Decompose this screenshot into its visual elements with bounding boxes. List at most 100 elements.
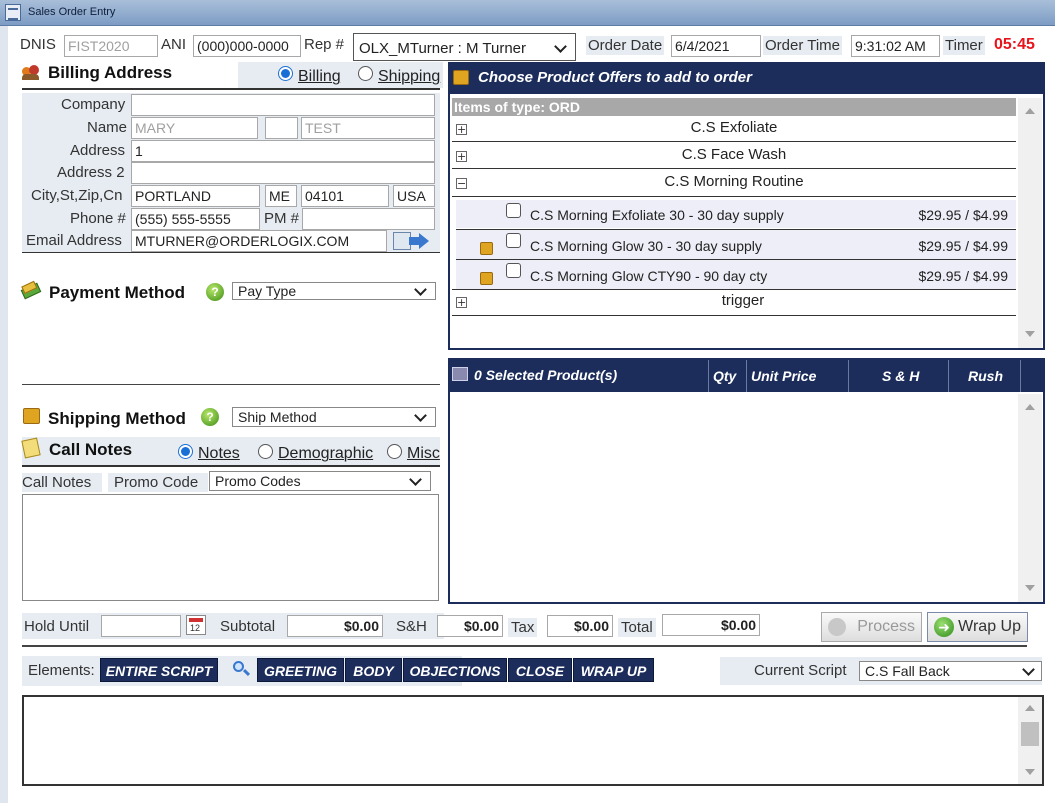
people-icon bbox=[22, 64, 40, 80]
arrow-right-icon: ➜ bbox=[934, 617, 954, 637]
billing-radio-label[interactable]: Billing bbox=[298, 68, 341, 86]
misc-radio-label[interactable]: Misc bbox=[407, 445, 440, 463]
group-label[interactable]: C.S Face Wash bbox=[452, 146, 1016, 164]
selected-scrollbar[interactable] bbox=[1018, 394, 1042, 602]
first-name-field[interactable]: MARY bbox=[131, 117, 258, 139]
shipping-radio-label[interactable]: Shipping bbox=[378, 68, 440, 86]
address-field[interactable]: 1 bbox=[131, 140, 435, 162]
sh-value: $0.00 bbox=[437, 615, 503, 637]
chevron-down-icon bbox=[1022, 663, 1035, 676]
package-icon bbox=[480, 242, 493, 255]
notes-radio[interactable] bbox=[178, 444, 193, 459]
pay-type-value: Pay Type bbox=[238, 283, 297, 299]
order-date-field[interactable]: 6/4/2021 bbox=[671, 35, 761, 57]
misc-radio[interactable] bbox=[387, 444, 402, 459]
objections-button[interactable]: OBJECTIONS bbox=[403, 658, 507, 682]
product-checkbox[interactable] bbox=[506, 263, 521, 278]
search-icon[interactable] bbox=[231, 660, 251, 680]
pm-field[interactable] bbox=[302, 208, 435, 230]
product-row[interactable]: C.S Morning Exfoliate 30 - 30 day supply… bbox=[456, 200, 1016, 228]
promo-code-value: Promo Codes bbox=[215, 473, 301, 489]
divider bbox=[22, 384, 440, 385]
address-label: Address bbox=[70, 142, 126, 159]
dnis-label: DNIS bbox=[20, 36, 56, 53]
tax-value: $0.00 bbox=[547, 615, 613, 637]
product-price: $29.95 / $4.99 bbox=[918, 268, 1008, 284]
script-text-area[interactable] bbox=[22, 695, 1044, 786]
product-row[interactable]: C.S Morning Glow 30 - 30 day supply $29.… bbox=[456, 230, 1016, 259]
divider bbox=[452, 315, 1016, 316]
call-notes-textarea[interactable] bbox=[22, 494, 439, 601]
divider bbox=[452, 289, 1016, 290]
chevron-down-icon bbox=[409, 473, 422, 486]
demographic-radio[interactable] bbox=[258, 444, 273, 459]
scroll-down-icon[interactable] bbox=[1025, 585, 1035, 591]
window-icon bbox=[5, 4, 21, 21]
shipping-radio[interactable] bbox=[358, 66, 373, 81]
product-checkbox[interactable] bbox=[506, 203, 521, 218]
email-field[interactable]: MTURNER@ORDERLOGIX.COM bbox=[131, 230, 387, 252]
address2-label: Address 2 bbox=[57, 164, 125, 181]
phone-field[interactable]: (555) 555-5555 bbox=[131, 208, 260, 230]
address2-field[interactable] bbox=[131, 162, 435, 184]
group-label[interactable]: trigger bbox=[452, 292, 1034, 310]
demographic-radio-label[interactable]: Demographic bbox=[278, 445, 373, 463]
billing-radio[interactable] bbox=[278, 66, 293, 81]
scroll-thumb[interactable] bbox=[1021, 722, 1039, 746]
calendar-icon[interactable]: 12 bbox=[186, 615, 206, 635]
promo-code-label: Promo Code bbox=[108, 473, 208, 492]
body-button[interactable]: BODY bbox=[345, 658, 402, 682]
email-send-icon[interactable] bbox=[393, 231, 431, 251]
pay-type-select[interactable]: Pay Type bbox=[232, 282, 436, 300]
script-scrollbar[interactable] bbox=[1018, 697, 1042, 784]
scroll-down-icon[interactable] bbox=[1025, 331, 1035, 337]
product-checkbox[interactable] bbox=[506, 233, 521, 248]
product-row[interactable]: C.S Morning Glow CTY90 - 90 day cty $29.… bbox=[456, 260, 1016, 289]
greeting-button[interactable]: GREETING bbox=[257, 658, 344, 682]
help-icon[interactable]: ? bbox=[201, 408, 219, 426]
company-label: Company bbox=[61, 96, 126, 113]
product-name: C.S Morning Glow CTY90 - 90 day cty bbox=[530, 268, 768, 284]
product-price: $29.95 / $4.99 bbox=[918, 207, 1008, 223]
dnis-field[interactable]: FIST2020 bbox=[64, 35, 158, 57]
last-name-field[interactable]: TEST bbox=[301, 117, 435, 139]
total-value: $0.00 bbox=[662, 614, 760, 636]
offers-scrollbar[interactable] bbox=[1018, 98, 1042, 348]
scroll-up-icon[interactable] bbox=[1025, 404, 1035, 410]
help-icon[interactable]: ? bbox=[206, 283, 224, 301]
zip-field[interactable]: 04101 bbox=[301, 185, 389, 207]
current-script-select[interactable]: C.S Fall Back bbox=[859, 661, 1042, 681]
product-name: C.S Morning Glow 30 - 30 day supply bbox=[530, 238, 762, 254]
group-label[interactable]: C.S Exfoliate bbox=[452, 119, 1016, 137]
hold-until-field[interactable] bbox=[101, 615, 181, 637]
shipping-title: Shipping Method bbox=[48, 409, 186, 428]
divider bbox=[22, 88, 440, 90]
rep-select[interactable]: OLX_MTurner : M Turner bbox=[353, 33, 576, 61]
entire-script-button[interactable]: ENTIRE SCRIPT bbox=[100, 658, 218, 682]
divider bbox=[452, 141, 1016, 142]
middle-initial-field[interactable] bbox=[265, 117, 298, 139]
city-field[interactable]: PORTLAND bbox=[131, 185, 260, 207]
state-field[interactable]: ME bbox=[265, 185, 297, 207]
notes-radio-label[interactable]: Notes bbox=[198, 445, 240, 463]
wrap-up-button[interactable]: ➜ Wrap Up bbox=[927, 612, 1028, 642]
order-time-field[interactable]: 9:31:02 AM bbox=[851, 35, 940, 57]
money-icon bbox=[19, 280, 42, 302]
country-field[interactable]: USA bbox=[393, 185, 435, 207]
wrap-up-script-button[interactable]: WRAP UP bbox=[573, 658, 654, 682]
group-label[interactable]: C.S Morning Routine bbox=[452, 173, 1016, 191]
tax-label: Tax bbox=[508, 618, 538, 637]
scroll-up-icon[interactable] bbox=[1025, 108, 1035, 114]
phone-label: Phone # bbox=[70, 210, 126, 227]
hold-until-label: Hold Until bbox=[24, 618, 90, 635]
scroll-down-icon[interactable] bbox=[1025, 769, 1035, 775]
scroll-up-icon[interactable] bbox=[1025, 705, 1035, 711]
company-field[interactable] bbox=[131, 94, 435, 116]
ship-method-select[interactable]: Ship Method bbox=[232, 407, 436, 427]
process-label: Process bbox=[857, 618, 915, 635]
ani-field[interactable]: (000)000-0000 bbox=[193, 35, 301, 57]
close-button[interactable]: CLOSE bbox=[508, 658, 572, 682]
city-label: City,St,Zip,Cn bbox=[31, 187, 123, 204]
process-button[interactable]: Process bbox=[821, 612, 922, 642]
promo-code-select[interactable]: Promo Codes bbox=[209, 471, 431, 491]
